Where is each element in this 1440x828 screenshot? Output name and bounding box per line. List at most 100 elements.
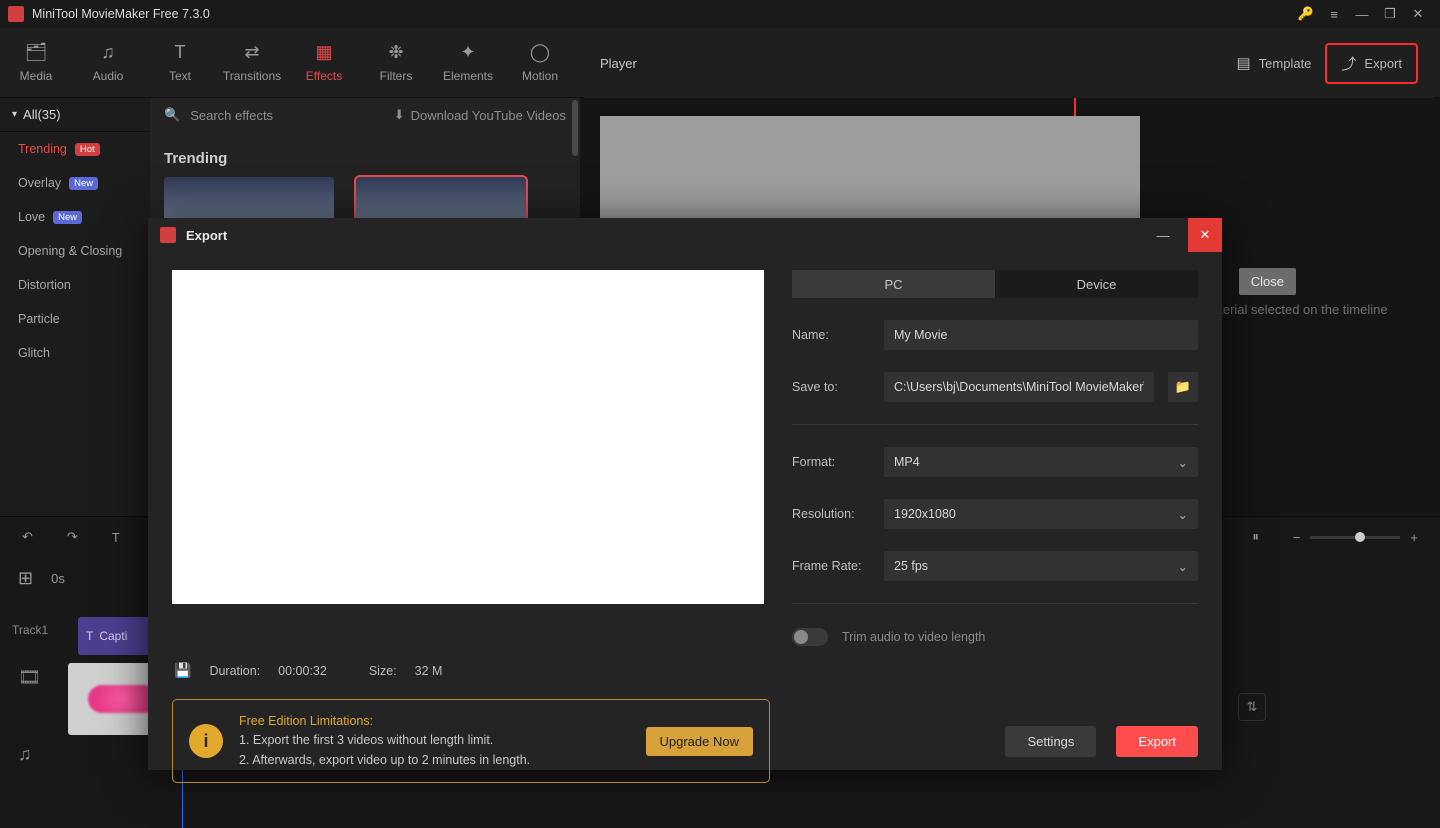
ribbon-tab-media[interactable]: 🗂 Media [0,28,72,98]
framerate-value: 25 fps [894,559,928,573]
sidebar-item-love[interactable]: LoveNew [0,200,150,234]
elements-icon: ✦ [457,43,479,63]
layers-icon: ▤ [1236,54,1250,72]
save-icon: 💾 [174,662,191,679]
export-dialog: Export — ✕ Close PC Device Name: Save to… [148,218,1222,770]
sidebar-item-distortion[interactable]: Distortion [0,268,150,302]
filters-icon: ❉ [385,43,407,63]
close-window-button[interactable]: ✕ [1404,0,1432,28]
tab-pc[interactable]: PC [792,270,995,298]
maximize-button[interactable]: ❐ [1376,0,1404,28]
swap-tracks-button[interactable]: ⇅ [1238,693,1266,721]
ribbon-tab-transitions[interactable]: ⇄ Transitions [216,28,288,98]
sidebar-item-label: Particle [18,312,60,326]
ribbon-tab-label: Audio [93,69,124,83]
duration-label: Duration: [209,664,260,678]
sidebar-item-trending[interactable]: Trending Hot [0,132,150,166]
sidebar-item-label: Love [18,210,45,224]
sidebar-item-particle[interactable]: Particle [0,302,150,336]
saveto-label: Save to: [792,380,870,394]
ribbon-tab-text[interactable]: T Text [144,28,216,98]
transitions-icon: ⇄ [241,43,263,63]
ribbon-tab-label: Effects [306,69,342,83]
framerate-select[interactable]: 25 fps ⌄ [884,551,1198,581]
zoom-slider[interactable] [1310,536,1400,539]
chevron-down-icon: ⌄ [1178,507,1188,522]
trim-audio-toggle[interactable] [792,628,828,646]
activate-icon[interactable]: 🔑 [1292,0,1320,28]
window-titlebar: MiniTool MovieMaker Free 7.3.0 🔑 ≡ — ❐ ✕ [0,0,1440,28]
badge: Hot [75,143,100,156]
size-value: 32 M [415,664,443,678]
limitations-heading: Free Edition Limitations: [239,712,630,731]
zoom-control[interactable]: − + [1293,530,1418,545]
tab-device[interactable]: Device [995,270,1198,298]
dialog-title: Export [186,228,227,243]
template-label: Template [1259,56,1312,71]
dialog-minimize-button[interactable]: — [1148,220,1178,250]
export-button-top[interactable]: ⤴ Export [1325,43,1418,84]
browse-button[interactable]: 📁 [1168,372,1198,402]
text-clip-label: Capti [99,629,127,643]
track-label: Track1 [12,623,48,637]
text-clip[interactable]: T Capti [78,617,158,655]
format-value: MP4 [894,455,920,469]
saveto-input[interactable] [884,372,1154,402]
zoom-out-button[interactable]: − [1293,530,1301,545]
download-label: Download YouTube Videos [411,108,566,123]
menu-icon[interactable]: ≡ [1320,0,1348,28]
folder-icon: 📁 [1175,379,1191,395]
magnet-icon[interactable]: ⏸ [1252,529,1259,545]
sidebar-item-opening-closing[interactable]: Opening & Closing [0,234,150,268]
media-icon: 🗂 [25,43,47,63]
redo-button[interactable]: ↷ [67,529,78,545]
name-input[interactable] [884,320,1198,350]
download-youtube-button[interactable]: ⬇ Download YouTube Videos [394,107,566,123]
sidebar-item-label: Opening & Closing [18,244,122,258]
resolution-value: 1920x1080 [894,507,956,521]
export-preview [172,270,764,604]
sidebar-all[interactable]: ▾ All(35) [0,98,150,132]
resolution-select[interactable]: 1920x1080 ⌄ [884,499,1198,529]
export-top-label: Export [1364,56,1402,71]
timeline-time: 0s [51,571,65,586]
ribbon-tab-motion[interactable]: ◯ Motion [504,28,576,98]
sidebar-item-overlay[interactable]: OverlayNew [0,166,150,200]
ribbon-tab-audio[interactable]: ♫ Audio [72,28,144,98]
format-label: Format: [792,455,870,469]
app-logo-icon [8,6,24,22]
dialog-close-button[interactable]: ✕ [1188,218,1222,252]
limitations-line2: 2. Afterwards, export video up to 2 minu… [239,751,630,770]
undo-button[interactable]: ↶ [22,529,33,545]
text-icon: T [169,43,191,63]
text-icon: T [86,629,93,643]
template-button[interactable]: ▤ Template [1222,46,1325,80]
audio-icon: ♫ [97,43,119,63]
gallery-heading: Trending [150,132,580,177]
ribbon-tab-label: Filters [380,69,413,83]
badge: New [69,177,98,190]
ribbon-tab-label: Transitions [223,69,281,83]
scrollbar[interactable] [572,100,578,156]
add-track-button[interactable]: ⊞ [18,568,33,589]
upgrade-button[interactable]: Upgrade Now [646,727,754,756]
chevron-down-icon: ▾ [12,109,17,120]
text-tool-icon[interactable]: T [112,530,120,545]
sidebar-item-label: Trending [18,142,67,156]
zoom-in-button[interactable]: + [1410,530,1418,545]
ribbon-tab-filters[interactable]: ❉ Filters [360,28,432,98]
ribbon-tab-effects[interactable]: ▦ Effects [288,28,360,98]
sidebar-item-label: Glitch [18,346,50,360]
resolution-label: Resolution: [792,507,870,521]
export-button[interactable]: Export [1116,726,1198,757]
ribbon-tab-label: Text [169,69,191,83]
sidebar-all-label: All(35) [23,107,61,122]
player-label: Player [600,56,637,71]
search-input[interactable]: Search effects [190,108,384,123]
ribbon-tab-elements[interactable]: ✦ Elements [432,28,504,98]
settings-button[interactable]: Settings [1005,726,1096,757]
sidebar-item-glitch[interactable]: Glitch [0,336,150,370]
format-select[interactable]: MP4 ⌄ [884,447,1198,477]
minimize-button[interactable]: — [1348,0,1376,28]
window-title: MiniTool MovieMaker Free 7.3.0 [32,7,210,21]
